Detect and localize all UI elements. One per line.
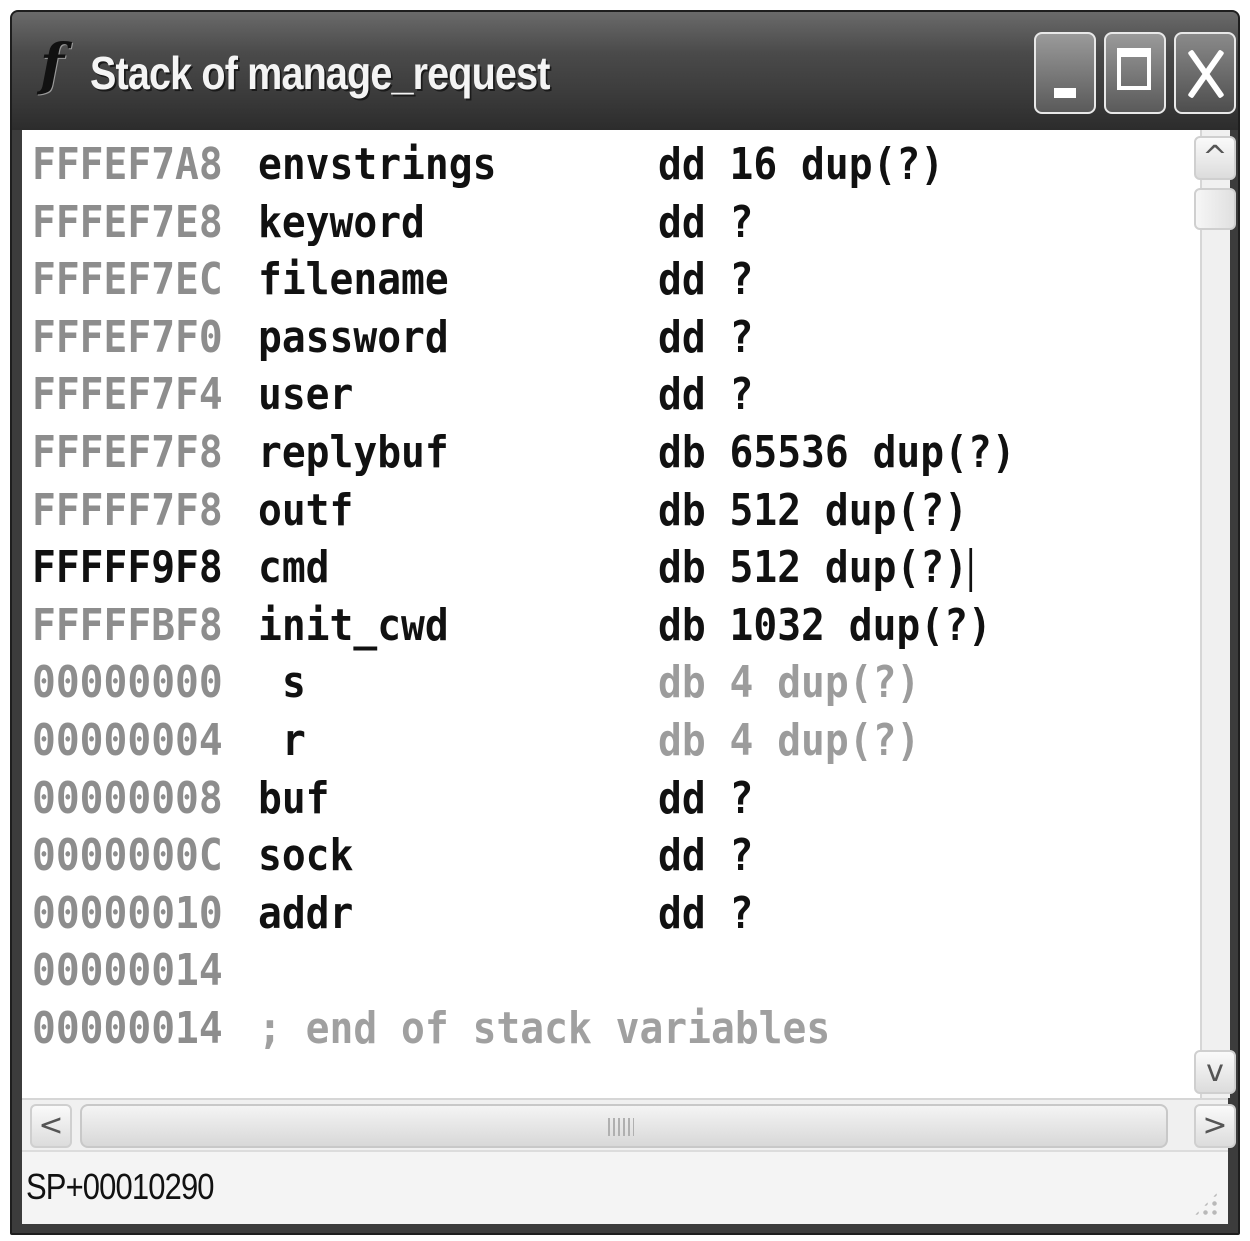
declaration-text: dd ? xyxy=(658,830,754,882)
variable-name[interactable]: sock xyxy=(258,827,353,885)
declaration-text: db 512 dup(?) xyxy=(658,542,968,594)
scroll-left-button[interactable]: < xyxy=(30,1104,72,1148)
declaration-text: dd ? xyxy=(658,887,754,939)
status-sp-offset: SP+00010290 xyxy=(26,1166,215,1207)
stack-row[interactable]: FFFEF7F0 password dd ? xyxy=(22,309,1194,367)
stack-row[interactable]: FFFFFBF8 init_cwd db 1032 dup(?) xyxy=(22,597,1194,655)
stack-offset: FFFEF7EC xyxy=(32,254,223,306)
variable-declaration: dd ? xyxy=(658,194,753,252)
ida-function-icon: f xyxy=(40,32,65,98)
stack-offset: FFFEF7E8 xyxy=(32,196,223,248)
declaration-text: dd ? xyxy=(658,254,754,306)
variable-name[interactable]: envstrings xyxy=(258,136,496,194)
stack-offset: FFFEF7F0 xyxy=(32,311,223,363)
status-bar: SP+00010290 xyxy=(22,1150,1228,1224)
variable-name[interactable]: addr xyxy=(258,885,353,943)
stack-offset: 0000000C xyxy=(32,830,223,882)
stack-offset: 00000014 xyxy=(32,945,223,997)
variable-declaration: db 512 dup(?) xyxy=(658,539,973,597)
variable-name[interactable]: password xyxy=(258,309,449,367)
stack-offset: 00000010 xyxy=(32,887,223,939)
stack-offset: 00000014 xyxy=(32,1003,223,1054)
vertical-scroll-thumb[interactable] xyxy=(1194,188,1236,230)
variable-name[interactable]: filename xyxy=(258,251,449,309)
variable-declaration: dd ? xyxy=(658,366,753,424)
client-area: FFFEF7A8 envstrings dd 16 dup(?) FFFEF7E8 ke… xyxy=(22,130,1236,1224)
declaration-text: dd 16 dup(?) xyxy=(658,139,945,190)
declaration-text: db 512 dup(?) xyxy=(658,484,968,536)
text-cursor xyxy=(969,548,973,593)
stack-row[interactable]: FFFFF7F8 outf db 512 dup(?) xyxy=(22,482,1194,540)
resize-grip-icon[interactable] xyxy=(1192,1190,1220,1218)
declaration-text: db 1032 dup(?) xyxy=(658,599,992,651)
stack-row[interactable]: 00000000 s db 4 dup(?) xyxy=(22,654,1194,712)
stack-row[interactable]: 00000014 xyxy=(22,942,1194,1000)
stack-offset: FFFEF7F8 xyxy=(32,427,223,478)
variable-declaration: db 512 dup(?) xyxy=(658,482,968,540)
stack-comment: ; end of stack variables xyxy=(258,1003,831,1054)
maximize-button[interactable] xyxy=(1104,32,1166,114)
variable-name[interactable]: buf xyxy=(258,770,330,828)
stack-listing[interactable]: FFFEF7A8 envstrings dd 16 dup(?) FFFEF7E8 ke… xyxy=(22,130,1194,1090)
horizontal-scroll-thumb[interactable] xyxy=(80,1104,1168,1148)
stack-row[interactable]: FFFEF7F4 user dd ? xyxy=(22,366,1194,424)
declaration-text: db 4 dup(?) xyxy=(658,657,921,709)
stack-row[interactable]: 00000010 addr dd ? xyxy=(22,885,1194,943)
stack-window: f Stack of manage_request FFFEF7A8 envstr… xyxy=(10,10,1240,1235)
stack-row[interactable]: 00000014 ; end of stack variables xyxy=(22,1000,1194,1058)
variable-name[interactable]: user xyxy=(258,366,353,424)
stack-row[interactable]: FFFEF7F8 replybuf db 65536 dup(?) xyxy=(22,424,1194,482)
stack-offset: 00000000 xyxy=(32,657,223,709)
variable-declaration: db 4 dup(?) xyxy=(658,712,920,770)
variable-declaration: dd 16 dup(?) xyxy=(658,136,944,194)
stack-row[interactable]: 00000004 r db 4 dup(?) xyxy=(22,712,1194,770)
vertical-scrollbar[interactable]: ^ v xyxy=(1194,130,1236,1098)
variable-name[interactable]: outf xyxy=(258,482,353,540)
title-bar[interactable]: f Stack of manage_request xyxy=(12,12,1238,130)
stack-row[interactable]: FFFFF9F8 cmd db 512 dup(?) xyxy=(22,539,1194,597)
declaration-text: dd ? xyxy=(658,369,754,421)
stack-offset: FFFFFBF8 xyxy=(32,599,223,651)
variable-name[interactable]: r xyxy=(282,712,306,770)
variable-declaration: dd ? xyxy=(658,309,753,367)
stack-offset: FFFEF7F4 xyxy=(32,369,223,421)
close-button[interactable] xyxy=(1174,32,1236,114)
scroll-up-button[interactable]: ^ xyxy=(1194,136,1236,180)
variable-name[interactable]: keyword xyxy=(258,194,425,252)
scroll-grip-icon xyxy=(608,1118,634,1136)
stack-row[interactable]: FFFEF7EC filename dd ? xyxy=(22,251,1194,309)
declaration-text: dd ? xyxy=(658,311,754,363)
minimize-button[interactable] xyxy=(1034,32,1096,114)
stack-row[interactable]: FFFEF7A8 envstrings dd 16 dup(?) xyxy=(22,136,1194,194)
declaration-text: db 65536 dup(?) xyxy=(658,427,1016,478)
window-title: Stack of manage_request xyxy=(90,47,550,99)
variable-declaration: dd ? xyxy=(658,251,753,309)
stack-offset: FFFEF7A8 xyxy=(32,139,223,190)
scroll-right-button[interactable]: > xyxy=(1194,1104,1236,1148)
stack-offset: 00000004 xyxy=(32,715,223,766)
variable-name[interactable]: cmd xyxy=(258,539,330,597)
declaration-text: dd ? xyxy=(658,772,754,824)
stack-row[interactable]: FFFEF7E8 keyword dd ? xyxy=(22,194,1194,252)
stack-row[interactable]: 0000000C sock dd ? xyxy=(22,827,1194,885)
stack-row[interactable]: 00000008 buf dd ? xyxy=(22,770,1194,828)
horizontal-scrollbar[interactable]: < > xyxy=(22,1098,1236,1150)
declaration-text: db 4 dup(?) xyxy=(658,715,921,766)
variable-declaration: dd ? xyxy=(658,827,753,885)
variable-declaration: dd ? xyxy=(658,885,753,943)
variable-declaration: db 1032 dup(?) xyxy=(658,597,992,655)
stack-offset: FFFFF9F8 xyxy=(32,542,223,594)
scroll-down-button[interactable]: v xyxy=(1194,1050,1236,1094)
variable-declaration: db 65536 dup(?) xyxy=(658,424,1016,482)
variable-name[interactable]: replybuf xyxy=(258,424,449,482)
stack-offset: 00000008 xyxy=(32,772,223,824)
variable-declaration: db 4 dup(?) xyxy=(658,654,920,712)
declaration-text: dd ? xyxy=(658,196,754,248)
variable-declaration: dd ? xyxy=(658,770,753,828)
variable-name[interactable]: init_cwd xyxy=(258,597,449,655)
variable-name[interactable]: s xyxy=(282,654,306,712)
stack-offset: FFFFF7F8 xyxy=(32,484,223,536)
